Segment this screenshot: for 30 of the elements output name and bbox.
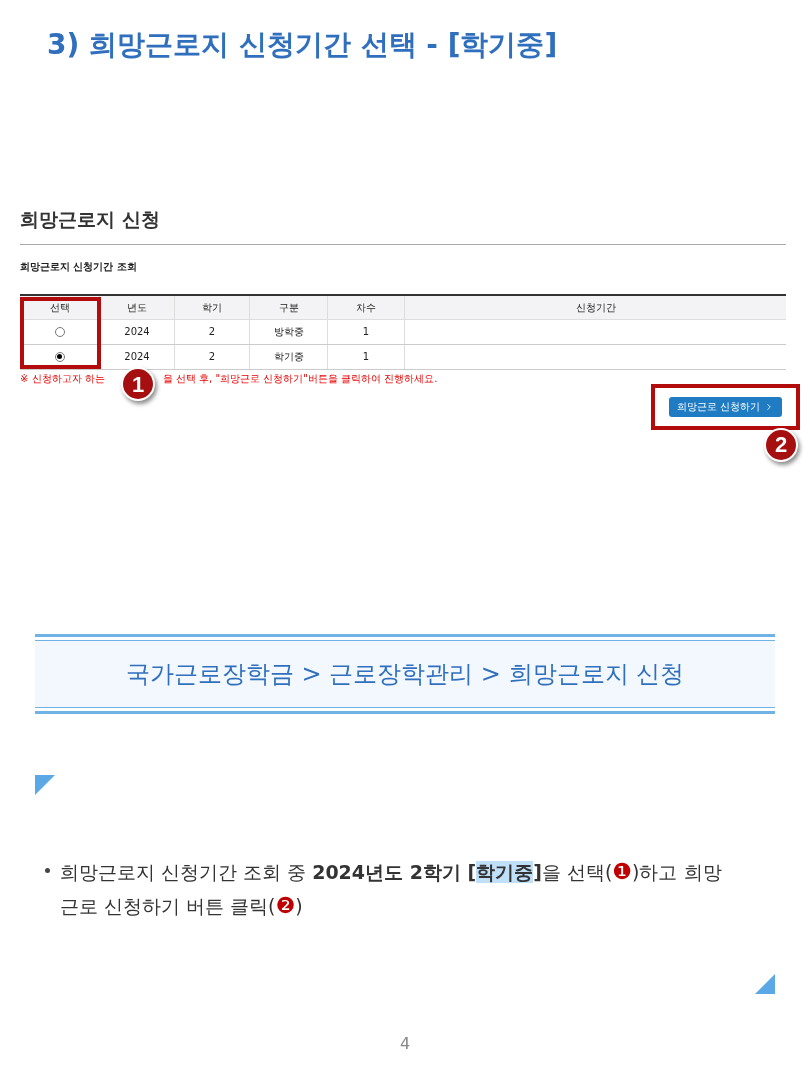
apply-button[interactable]: 희망근로 신청하기 bbox=[668, 396, 782, 417]
notice-text: ※ 신청하고자 하는 bbox=[20, 371, 105, 386]
chevron-icon bbox=[764, 401, 774, 412]
slide-title: 3) 희망근로지 신청기간 선택 - [학기중] bbox=[47, 27, 558, 63]
table-cell: 1 bbox=[328, 344, 405, 369]
page-heading: 희망근로지 신청 bbox=[20, 207, 161, 232]
callout-badge: 2 bbox=[764, 427, 798, 462]
instruction-text: 희망근로지 신청기간 조회 중 2024년도 2학기 [학기중]을 선택(❶)하고 희망근로 신청하기 버튼 클릭(❷) bbox=[60, 858, 723, 920]
table-cell: 학기중 bbox=[250, 344, 328, 369]
section-heading: 희망근로지 신청기간 조회 bbox=[20, 259, 138, 274]
column-header: 구분 bbox=[250, 295, 328, 319]
table-cell: 2 bbox=[175, 344, 250, 369]
callout-badge: 1 bbox=[121, 367, 155, 401]
radio-button[interactable] bbox=[54, 326, 65, 337]
corner-mark bbox=[755, 974, 775, 994]
corner-mark bbox=[35, 775, 55, 795]
column-header: 선택 bbox=[20, 295, 100, 319]
column-header: 차수 bbox=[328, 295, 405, 319]
radio-button[interactable] bbox=[54, 351, 65, 362]
table-cell: 2024 bbox=[100, 319, 175, 344]
breadcrumb-banner: 국가근로장학금 > 근로장학관리 > 희망근로지 신청 bbox=[35, 641, 775, 707]
table-cell: 방학중 bbox=[250, 319, 328, 344]
table-cell: 2 bbox=[175, 319, 250, 344]
table-cell: 1 bbox=[328, 319, 405, 344]
page-number: 4 bbox=[398, 1033, 412, 1055]
column-header: 신청기간 bbox=[574, 300, 617, 315]
column-header: 년도 bbox=[100, 295, 175, 319]
bullet-icon bbox=[45, 868, 50, 873]
column-header: 학기 bbox=[175, 295, 250, 319]
notice-text: 을 선택 후, "희망근로 신청하기"버튼을 클릭하여 진행하세요. bbox=[162, 371, 438, 386]
